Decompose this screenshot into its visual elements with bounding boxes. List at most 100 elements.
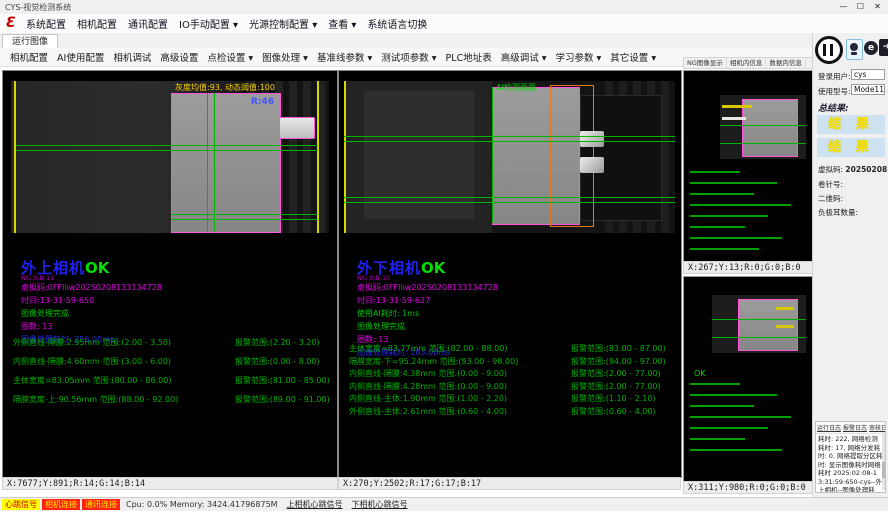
thumbnail-tab-1[interactable]: 相机内信息 xyxy=(727,58,767,68)
tiny-text-row xyxy=(690,182,777,184)
thumbnail-tab-0[interactable]: NG图像显示 xyxy=(684,58,727,68)
toolbar-item-3[interactable]: 高级设置 xyxy=(160,50,198,64)
log-tab-0[interactable]: 运行日志 xyxy=(816,422,842,433)
tiny-label xyxy=(776,307,794,310)
menu-item-0[interactable]: 系统配置 xyxy=(26,16,66,31)
ai-view-overlay: AI检测画面 xyxy=(496,82,536,93)
middle-camera-image[interactable]: AI检测画面 xyxy=(344,81,675,233)
toolbar-item-4[interactable]: 点检设置 ▾ xyxy=(207,50,253,64)
log-tab-1[interactable]: 报警日志 xyxy=(842,422,868,433)
info-line-1: 时间:13-31-59-627 xyxy=(357,294,498,307)
window-title: CYS-视觉检测系统 xyxy=(5,2,71,13)
tab-count-label: 负极耳数量: xyxy=(818,207,858,218)
toolbar-item-7[interactable]: 测试项参数 ▾ xyxy=(381,50,436,64)
menu-item-4[interactable]: 光源控制配置 ▾ xyxy=(249,16,317,31)
measurement-row-5: 外侧直线-主体:2.61mm 范围:(0.60 - 4.00)报警范围:(0.6… xyxy=(349,406,666,419)
logout-icon[interactable]: ➜ xyxy=(879,39,888,56)
measure-hline xyxy=(171,214,318,215)
maximize-button[interactable]: ☐ xyxy=(852,0,869,13)
thumbnail-bottom[interactable]: OK xyxy=(683,276,815,482)
left-edge-marker-line xyxy=(14,81,16,233)
measurement-value: 隔膜宽度-上:90.56mm 范围:(88.00 - 92.00) xyxy=(13,394,235,413)
tiny-text-row xyxy=(690,427,768,429)
tiny-text-row xyxy=(690,204,791,206)
left-camera-image[interactable]: 灰度均值:93, 动态阈值:100 R:46 xyxy=(11,81,329,233)
middle-camera-panel[interactable]: AI检测画面 外下相机OK NG:0,B:10 虚拟码:0FFIiiw20250… xyxy=(338,70,682,478)
measure-vline xyxy=(214,93,215,231)
info-line-0: 虚拟码:0FFIiiw2025020813313472B xyxy=(357,281,498,294)
measure-hline xyxy=(344,136,675,137)
menu-item-6[interactable]: 系统语言切换 xyxy=(367,16,427,31)
toolbar-item-10[interactable]: 学习参数 ▾ xyxy=(556,50,602,64)
measurement-value: 内侧直线-隔膜:4.60mm 范围:(3.00 - 6.00) xyxy=(13,356,235,375)
tab-run-image[interactable]: 运行图像 xyxy=(2,34,58,49)
total-result-label: 总结果: xyxy=(818,101,849,114)
left-camera-panel[interactable]: 灰度均值:93, 动态阈值:100 R:46 外上相机OK NG:0,B:11 … xyxy=(2,70,338,478)
close-button[interactable]: ✕ xyxy=(869,0,886,13)
pin-label: 卷针号: xyxy=(818,179,843,190)
user-field[interactable]: cys xyxy=(851,69,885,80)
status-link-1[interactable]: 下相机心跳信号 xyxy=(352,499,408,510)
menu-item-5[interactable]: 查看 ▾ xyxy=(328,16,356,31)
tiny-text-row xyxy=(690,237,782,239)
measurement-row-0: 外侧直线-隔膜:2.95mm 范围:(2.00 - 3.50)报警范围:(2.2… xyxy=(13,337,330,356)
menu-item-1[interactable]: 相机配置 xyxy=(77,16,117,31)
measurement-row-0: 主体宽度=83.77mm 范围:(82.00 - 88.00)报警范围:(83.… xyxy=(349,343,666,356)
toolbar-item-11[interactable]: 其它设置 ▾ xyxy=(610,50,656,64)
toolbar-item-8[interactable]: PLC地址表 xyxy=(446,50,492,64)
measurement-list: 主体宽度=83.77mm 范围:(82.00 - 88.00)报警范围:(83.… xyxy=(349,343,666,418)
menu-item-2[interactable]: 通讯配置 xyxy=(128,16,168,31)
measurement-list: 外侧直线-隔膜:2.95mm 范围:(2.00 - 3.50)报警范围:(2.2… xyxy=(13,337,330,413)
measure-hline xyxy=(16,145,318,146)
log-tabs: 运行日志报警日志审核日志 xyxy=(816,422,885,434)
log-panel[interactable]: 运行日志报警日志审核日志 耗时: 222, 网络检测耗时: 17, 网络分发耗时… xyxy=(815,421,886,493)
toolbar-item-5[interactable]: 图像处理 ▾ xyxy=(262,50,308,64)
toolbar-item-0[interactable]: 相机配置 xyxy=(10,50,48,64)
thumbnail-top-coords: X:267;Y:13;R:0;G:0;B:0 xyxy=(683,261,813,274)
info-line-0: 虚拟码:0FFIiiw2025020813313472B xyxy=(21,281,162,294)
barcode-value: 20250208 xyxy=(845,165,887,174)
e-badge-icon[interactable]: e xyxy=(864,41,878,55)
camera-result: OK xyxy=(85,259,109,277)
pause-icon[interactable] xyxy=(815,36,843,64)
menu-item-3[interactable]: IO手动配置 ▾ xyxy=(179,16,238,31)
thumbnail-top[interactable] xyxy=(683,70,815,262)
thumbnail-status: OK xyxy=(694,369,706,378)
measure-vline xyxy=(492,87,493,223)
model-field[interactable]: Mode11 xyxy=(851,84,885,95)
log-text: 耗时: 222, 网络检测耗时: 17, 网络分发耗时: 0, 网络提取分区耗时… xyxy=(816,434,885,493)
user-label: 登录用户: xyxy=(818,71,851,82)
camera-mode-icon[interactable] xyxy=(846,39,863,60)
status-link-0[interactable]: 上相机心跳信号 xyxy=(287,499,343,510)
model-label: 使用型号: xyxy=(818,86,851,97)
thumbnail-bottom-coords: X:311;Y:980;R:0;G:0;B:0 xyxy=(683,481,813,494)
thumbnail-image xyxy=(712,295,806,353)
alarm-range: 报警范围:(81.00 - 85.00) xyxy=(235,375,330,394)
info-line-1: 时间:13-31-59-650 xyxy=(21,294,162,307)
measure-hline xyxy=(720,125,806,126)
toolbar-item-1[interactable]: AI使用配置 xyxy=(57,50,104,64)
measurement-value: 隔膜宽度-下=95.24mm 范围:(93.00 - 98.00) xyxy=(349,356,571,369)
image-structure xyxy=(364,91,474,219)
measure-hline xyxy=(720,143,806,144)
info-line-2: 图像处理完成 xyxy=(21,307,162,320)
tiny-label xyxy=(722,105,752,108)
toolbar-item-6[interactable]: 基准线参数 ▾ xyxy=(317,50,372,64)
tiny-text-row xyxy=(690,405,754,407)
toolbar-item-9[interactable]: 高级调试 ▾ xyxy=(501,50,547,64)
left-edge-marker-line xyxy=(344,81,346,233)
middle-pixel-coords: X:270;Y:2502;R:17;G:17;B:17 xyxy=(338,477,681,490)
measurement-row-3: 内侧直线-隔膜:4.28mm 范围:(0.00 - 9.00)报警范围:(2.0… xyxy=(349,381,666,394)
result-box-1: 结 果 xyxy=(817,115,885,134)
minimize-button[interactable]: — xyxy=(835,0,852,13)
gray-value-overlay: 灰度均值:93, 动态阈值:100 xyxy=(175,82,275,93)
toolbar-item-2[interactable]: 相机调试 xyxy=(113,50,151,64)
measurement-value: 外侧直线-主体:2.61mm 范围:(0.60 - 4.00) xyxy=(349,406,571,419)
measurement-row-1: 内侧直线-隔膜:4.60mm 范围:(3.00 - 6.00)报警范围:(0.0… xyxy=(13,356,330,375)
tiny-text-row xyxy=(690,171,740,173)
measurement-value: 内侧直线-隔膜:4.38mm 范围:(0.00 - 9.00) xyxy=(349,368,571,381)
log-scrollbar[interactable] xyxy=(882,432,885,490)
tiny-text-row xyxy=(690,394,777,396)
thumbnail-tab-2[interactable]: 数据内信息 xyxy=(766,58,806,68)
tiny-text-row xyxy=(690,193,754,195)
